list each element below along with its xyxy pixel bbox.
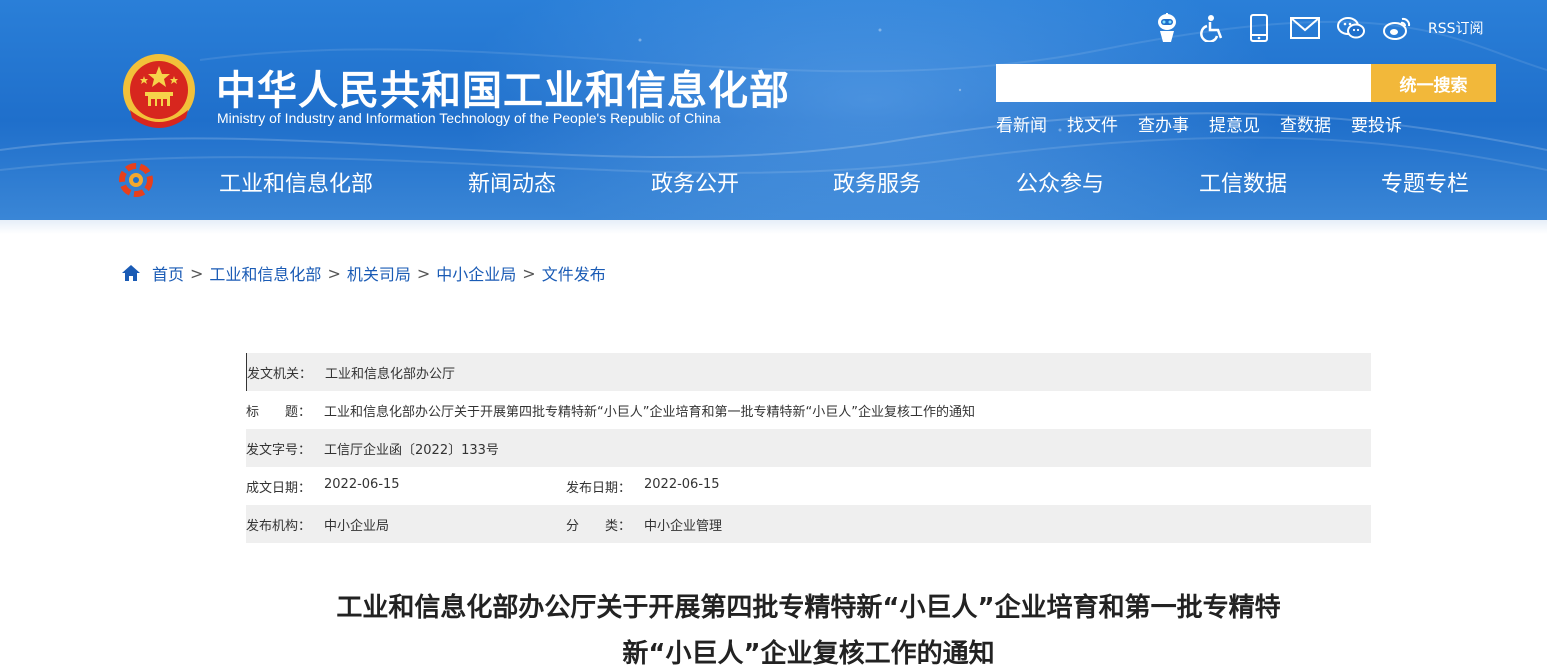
meta-row-doc-number: 发文字号： 工信厅企业函〔2022〕133号 <box>246 429 1371 467</box>
search-button[interactable]: 统一搜索 <box>1371 64 1496 102</box>
mobile-icon[interactable] <box>1242 11 1276 45</box>
title-value: 工业和信息化部办公厅关于开展第四批专精特新“小巨人”企业培育和第一批专精特新“小… <box>324 404 975 420</box>
nav-data[interactable]: 工信数据 <box>1199 166 1287 198</box>
breadcrumb-separator: > <box>327 263 341 283</box>
document-metadata: 发文机关： 工业和信息化部办公厅 标 题： 工业和信息化部办公厅关于开展第四批专… <box>246 353 1371 543</box>
quick-link-news[interactable]: 看新闻 <box>996 111 1047 136</box>
rss-subscribe-link[interactable]: RSS订阅 <box>1428 18 1484 38</box>
category-value: 中小企业管理 <box>644 518 723 534</box>
meta-title: 标 题： 工业和信息化部办公厅关于开展第四批专精特新“小巨人”企业培育和第一批专… <box>246 401 975 420</box>
published-date-value: 2022-06-15 <box>644 476 720 492</box>
site-subtitle: Ministry of Industry and Information Tec… <box>217 110 721 126</box>
ministry-logo-icon[interactable] <box>118 162 154 198</box>
meta-issuer: 发文机关： 工业和信息化部办公厅 <box>247 363 455 382</box>
nav-news[interactable]: 新闻动态 <box>468 166 556 198</box>
breadcrumb-ministry[interactable]: 工业和信息化部 <box>209 261 321 285</box>
document-title-line1: 工业和信息化部办公厅关于开展第四批专精特新“小巨人”企业培育和第一批专精特 <box>336 593 1281 623</box>
breadcrumb-home[interactable]: 首页 <box>152 261 184 285</box>
nav-ministry[interactable]: 工业和信息化部 <box>219 166 373 198</box>
doc-number-value: 工信厅企业函〔2022〕133号 <box>324 442 499 458</box>
home-icon[interactable] <box>120 263 142 283</box>
nav-government-services[interactable]: 政务服务 <box>833 166 921 198</box>
main-nav: 工业和信息化部 新闻动态 政务公开 政务服务 公众参与 工信数据 专题专栏 <box>0 160 1547 204</box>
breadcrumb-sme-bureau[interactable]: 中小企业局 <box>436 261 516 285</box>
site-header: 中华人民共和国工业和信息化部 Ministry of Industry and … <box>0 0 1547 220</box>
meta-row-dates: 成文日期： 2022-06-15 发布日期： 2022-06-15 <box>246 467 1371 505</box>
quick-link-complaint[interactable]: 要投诉 <box>1351 111 1402 136</box>
meta-org: 发布机构： 中小企业局 <box>246 515 566 534</box>
created-date-label: 成文日期： <box>246 480 312 496</box>
meta-published-date: 发布日期： 2022-06-15 <box>566 477 720 496</box>
quick-link-services[interactable]: 查办事 <box>1138 111 1189 136</box>
search-input[interactable] <box>996 64 1372 102</box>
header-shadow <box>0 220 1547 234</box>
breadcrumb-separator: > <box>522 263 536 283</box>
doc-number-label: 发文字号： <box>246 442 312 458</box>
nav-government-affairs[interactable]: 政务公开 <box>651 166 739 198</box>
mail-icon[interactable] <box>1288 11 1322 45</box>
weibo-icon[interactable] <box>1380 11 1414 45</box>
nav-special-topics[interactable]: 专题专栏 <box>1381 166 1469 198</box>
robot-assistant-icon[interactable] <box>1150 11 1184 45</box>
breadcrumb-departments[interactable]: 机关司局 <box>347 261 411 285</box>
nav-public-participation[interactable]: 公众参与 <box>1016 166 1104 198</box>
document-title: 工业和信息化部办公厅关于开展第四批专精特新“小巨人”企业培育和第一批专精特 新“… <box>246 585 1371 667</box>
meta-row-org: 发布机构： 中小企业局 分 类： 中小企业管理 <box>246 505 1371 543</box>
quick-links: 看新闻 找文件 查办事 提意见 查数据 要投诉 <box>996 111 1422 136</box>
meta-row-title: 标 题： 工业和信息化部办公厅关于开展第四批专精特新“小巨人”企业培育和第一批专… <box>246 391 1371 429</box>
breadcrumb-document-release[interactable]: 文件发布 <box>542 261 606 285</box>
meta-created-date: 成文日期： 2022-06-15 <box>246 477 566 496</box>
national-emblem-logo <box>123 54 195 128</box>
utility-icons: RSS订阅 <box>1150 10 1484 46</box>
meta-doc-number: 发文字号： 工信厅企业函〔2022〕133号 <box>246 439 499 458</box>
org-value: 中小企业局 <box>324 518 390 534</box>
title-label: 标 题： <box>246 404 312 420</box>
meta-category: 分 类： 中小企业管理 <box>566 515 722 534</box>
breadcrumb: 首页 > 工业和信息化部 > 机关司局 > 中小企业局 > 文件发布 <box>120 261 606 285</box>
quick-link-data[interactable]: 查数据 <box>1280 111 1331 136</box>
site-title: 中华人民共和国工业和信息化部 <box>216 68 790 114</box>
breadcrumb-separator: > <box>190 263 204 283</box>
issuer-value: 工业和信息化部办公厅 <box>325 366 456 382</box>
quick-link-documents[interactable]: 找文件 <box>1067 111 1118 136</box>
created-date-value: 2022-06-15 <box>324 476 400 492</box>
published-date-label: 发布日期： <box>566 480 632 496</box>
document-title-line2: 新“小巨人”企业复核工作的通知 <box>622 639 995 667</box>
issuer-label: 发文机关： <box>247 366 313 382</box>
category-label: 分 类： <box>566 518 632 534</box>
meta-row-issuer: 发文机关： 工业和信息化部办公厅 <box>246 353 1371 391</box>
org-label: 发布机构： <box>246 518 312 534</box>
wechat-icon[interactable] <box>1334 11 1368 45</box>
breadcrumb-separator: > <box>416 263 431 283</box>
quick-link-feedback[interactable]: 提意见 <box>1209 111 1260 136</box>
accessibility-icon[interactable] <box>1196 11 1230 45</box>
